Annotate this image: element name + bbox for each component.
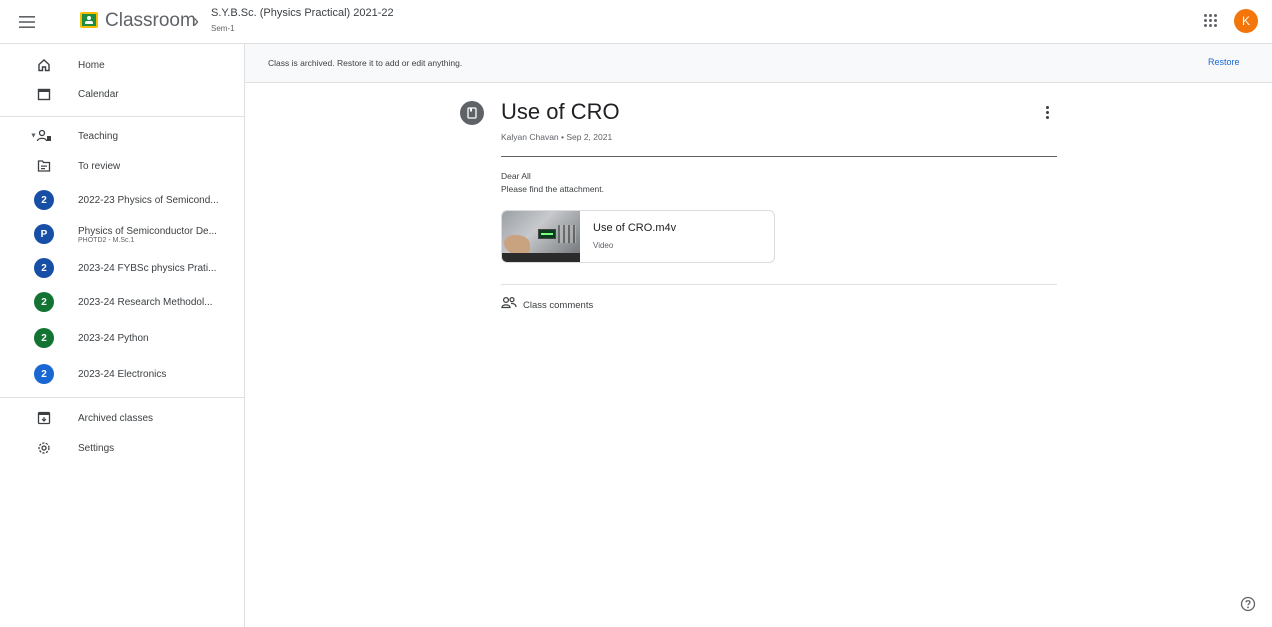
sidebar-item-class[interactable]: P Physics of Semiconductor De... PHOTD2 … [0,218,244,250]
top-app-bar: Classroom › S.Y.B.Sc. (Physics Practical… [0,0,1272,44]
sidebar-item-label: 2023-24 Electronics [78,368,167,380]
account-avatar[interactable]: K [1234,9,1258,33]
sidebar-item-label: Physics of Semiconductor De... [78,226,217,237]
sidebar-item-label: Home [78,59,105,71]
class-avatar: 2 [34,190,54,210]
archive-icon [37,411,51,425]
breadcrumb-separator-icon: › [193,11,199,31]
people-icon [501,296,517,314]
sidebar-divider [0,397,244,398]
archived-banner: Class is archived. Restore it to add or … [245,44,1272,83]
sidebar-item-label: Calendar [78,88,119,100]
sidebar-item-label: 2022-23 Physics of Semicond... [78,194,219,206]
sidebar-item-class[interactable]: 2 2023-24 Electronics [0,358,244,390]
class-avatar: 2 [34,328,54,348]
sidebar-item-class[interactable]: 2 2023-24 FYBSc physics Prati... [0,252,244,284]
class-title-link[interactable]: S.Y.B.Sc. (Physics Practical) 2021-22 [211,7,394,19]
main-menu-icon[interactable] [14,9,40,35]
to-review-icon [37,160,51,173]
more-options-icon[interactable] [1040,104,1054,120]
sidebar-item-class[interactable]: 2 2022-23 Physics of Semicond... [0,184,244,216]
video-thumbnail [502,211,580,262]
home-icon [37,58,51,72]
help-icon[interactable] [1240,596,1256,612]
class-avatar: 2 [34,364,54,384]
post-body-line: Dear All [501,171,531,181]
sidebar-item-class[interactable]: 2 2023-24 Python [0,322,244,354]
class-avatar: 2 [34,292,54,312]
sidebar-item-label: Archived classes [78,412,154,424]
class-comments-button[interactable]: Class comments [501,296,594,314]
sidebar-item-settings[interactable]: Settings [0,432,244,464]
sidebar-item-to-review[interactable]: To review [0,150,244,182]
post-body-line: Please find the attachment. [501,184,605,194]
class-avatar: 2 [34,258,54,278]
sidebar-divider [0,116,244,117]
sidebar-item-class[interactable]: 2 2023-24 Research Methodol... [0,286,244,318]
class-comments-label: Class comments [523,299,594,311]
video-attachment-card[interactable]: Use of CRO.m4v Video [501,210,775,263]
settings-gear-icon [37,441,51,455]
title-divider [501,156,1057,157]
sidebar-item-label: Teaching [78,130,119,142]
sidebar-item-label: 2023-24 FYBSc physics Prati... [78,262,217,274]
sidebar-item-label: 2023-24 Python [78,332,149,344]
teaching-icon [36,129,52,143]
attachment-name: Use of CRO.m4v [593,222,677,234]
sidebar-item-teaching[interactable]: ▼ Teaching [0,120,244,152]
sidebar-item-sublabel: PHOTD2 - M.Sc.1 [78,237,135,244]
attachment-type: Video [593,241,614,250]
sidebar-item-label: To review [78,160,121,172]
class-avatar: P [34,224,54,244]
calendar-icon [37,87,51,101]
class-section-label: Sem-1 [211,24,235,33]
archived-message: Class is archived. Restore it to add or … [268,58,463,68]
sidebar-item-calendar[interactable]: Calendar [0,78,244,110]
sidebar-item-label: Settings [78,442,115,454]
material-icon [460,101,484,125]
classroom-logo-icon[interactable] [80,12,98,28]
sidebar-item-label: 2023-24 Research Methodol... [78,296,213,308]
post-meta: Kalyan Chavan • Sep 2, 2021 [501,132,613,142]
google-apps-icon[interactable] [1200,10,1220,30]
post-title: Use of CRO [501,99,620,124]
restore-button[interactable]: Restore [1208,57,1240,67]
sidebar-item-home[interactable]: Home [0,49,244,81]
sidebar-nav: Home Calendar ▼ Teaching To review 2 202… [0,44,245,627]
sidebar-item-archived-classes[interactable]: Archived classes [0,402,244,434]
comments-divider [501,284,1057,285]
app-name-link[interactable]: Classroom [105,10,196,32]
